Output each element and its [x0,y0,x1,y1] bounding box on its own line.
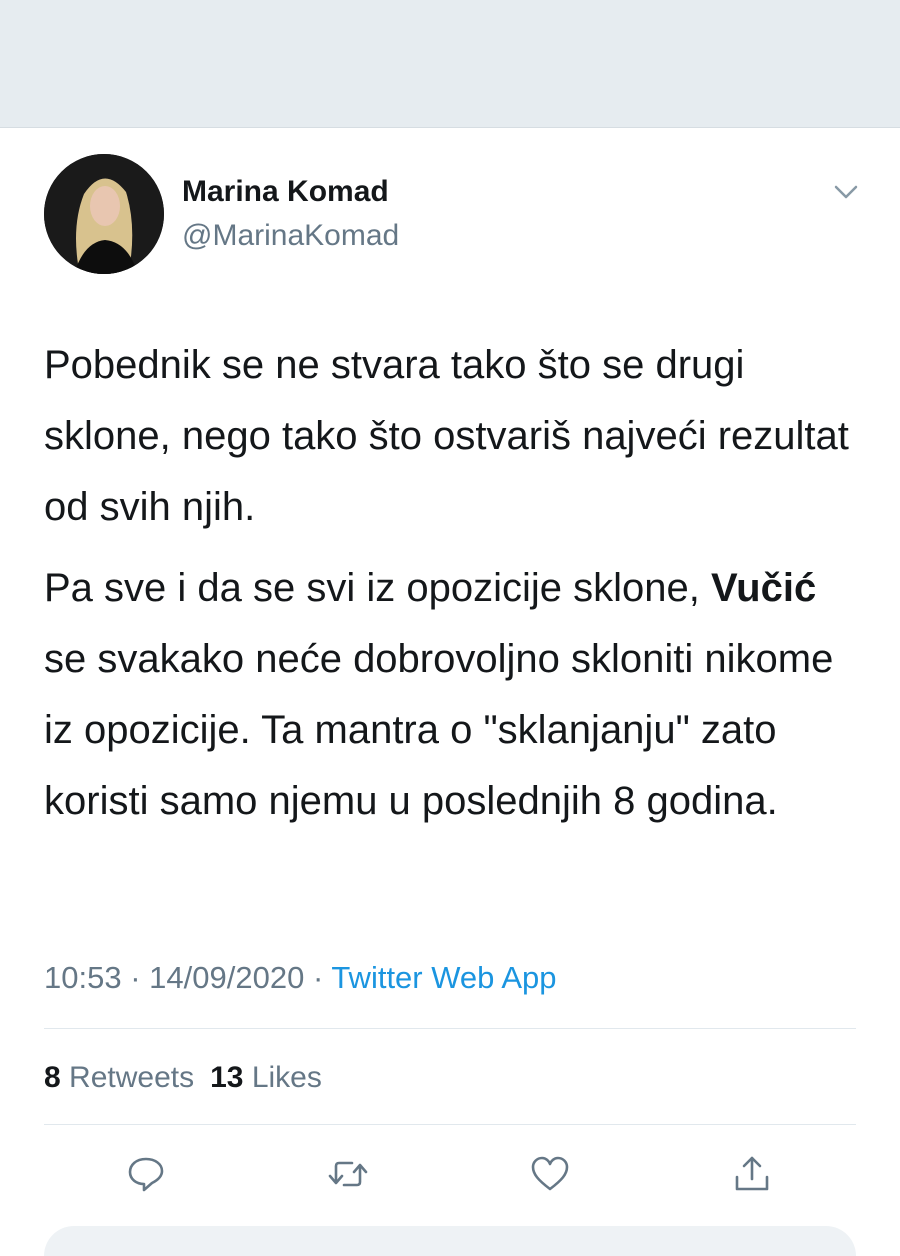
tweet-time[interactable]: 10:53 [44,960,122,995]
tweet-stats: 8 Retweets 13 Likes [44,1058,322,1098]
tweet-paragraph-2: Pa sve i da se svi iz opozicije sklone, … [44,553,864,837]
tweet-meta: 10:53 · 14/09/2020 · Twitter Web App [44,958,556,998]
tweet-text: Pobednik se ne stvara tako što se drugi … [44,330,864,837]
tweet-paragraph-2-prefix: Pa sve i da se svi iz opozicije sklone, [44,566,700,610]
reply-button[interactable] [124,1152,168,1196]
reply-composer-bar[interactable] [44,1226,856,1256]
tweet-source-link[interactable]: Twitter Web App [331,960,556,995]
meta-separator: · [312,960,324,995]
heart-icon [531,1156,569,1191]
retweets-label: Retweets [69,1061,195,1094]
display-name[interactable]: Marina Komad [182,174,389,210]
likes-stat[interactable]: 13 Likes [210,1061,322,1094]
retweets-stat[interactable]: 8 Retweets [44,1061,194,1094]
like-button[interactable] [528,1152,572,1196]
avatar-photo [44,154,164,274]
likes-count: 13 [210,1061,244,1094]
divider [44,1124,856,1125]
retweet-icon [328,1161,368,1187]
top-background-band [0,0,900,128]
retweet-button[interactable] [326,1152,370,1196]
divider [44,1028,856,1029]
likes-label: Likes [251,1061,322,1094]
retweets-count: 8 [44,1061,61,1094]
user-handle[interactable]: @MarinaKomad [182,218,399,254]
reply-icon [128,1157,164,1192]
tweet-date[interactable]: 14/09/2020 [149,960,304,995]
chevron-down-icon[interactable] [828,180,864,204]
tweet-paragraph-2-suffix: se svakako neće dobrovoljno skloniti nik… [44,637,834,823]
avatar[interactable] [44,154,164,274]
meta-separator: · [130,960,141,995]
tweet-bold-name: Vučić [710,566,817,610]
tweet-paragraph-1: Pobednik se ne stvara tako što se drugi … [44,343,849,529]
share-button[interactable] [730,1152,774,1196]
share-icon [735,1156,769,1191]
